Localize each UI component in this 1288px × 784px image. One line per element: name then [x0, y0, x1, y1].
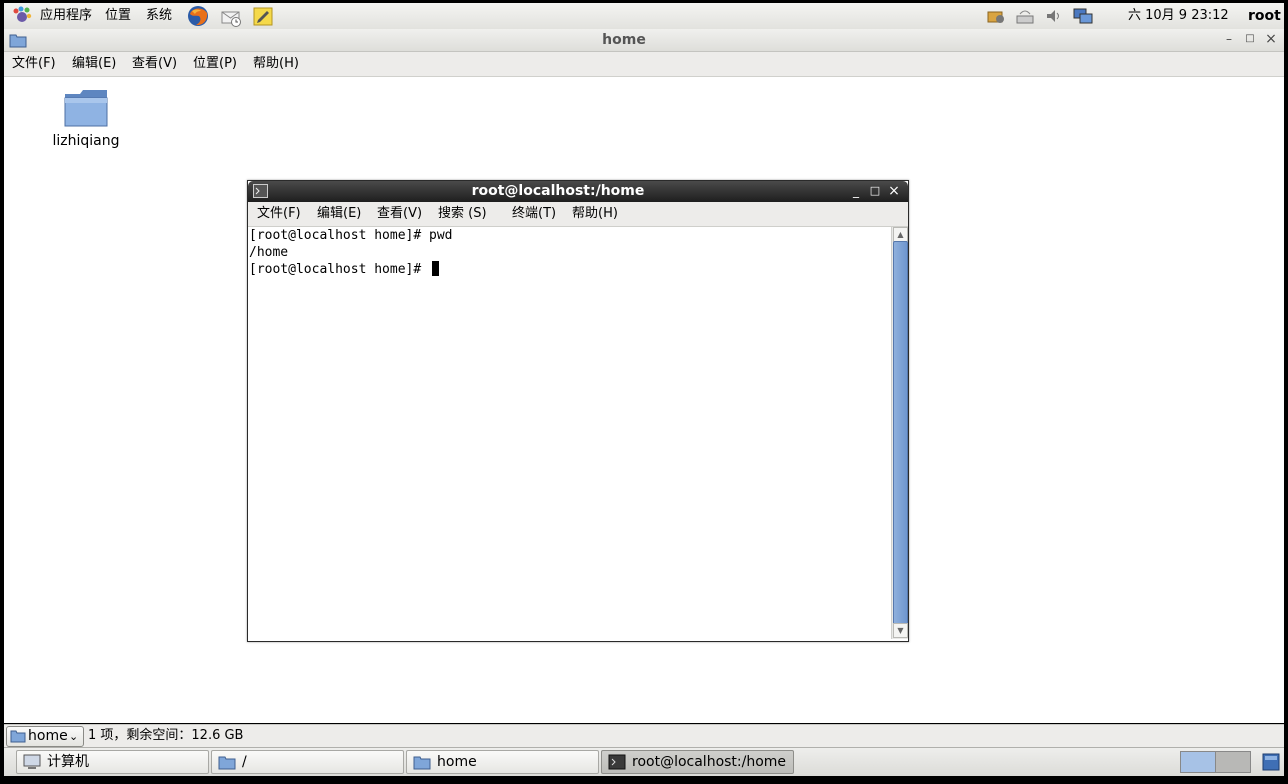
menu-help[interactable]: 帮助(H)	[572, 202, 618, 226]
notes-icon[interactable]	[252, 5, 274, 27]
menu-terminal[interactable]: 终端(T)	[512, 202, 556, 226]
file-manager-titlebar[interactable]: home – □ ×	[4, 29, 1284, 52]
folder-icon	[218, 756, 236, 770]
menu-view[interactable]: 查看(V)	[132, 52, 177, 76]
file-manager-menubar: 文件(F) 编辑(E) 查看(V) 位置(P) 帮助(H)	[4, 52, 1284, 77]
computer-icon	[23, 754, 41, 769]
terminal-window: root@localhost:/home _ □ × 文件(F) 编辑(E) 查…	[247, 180, 909, 642]
menu-search[interactable]: 搜索 (S)	[438, 202, 487, 226]
workspace-2[interactable]	[1215, 751, 1251, 773]
gnome-foot-icon[interactable]	[12, 6, 32, 26]
terminal-output[interactable]: [root@localhost home]# pwd /home [root@l…	[248, 227, 891, 639]
folder-icon	[10, 730, 26, 743]
menu-edit[interactable]: 编辑(E)	[72, 52, 116, 76]
task-home-folder[interactable]: home	[406, 750, 599, 774]
task-root-folder[interactable]: /	[211, 750, 404, 774]
status-text: 1 项，剩余空间：12.6 GB	[88, 728, 244, 743]
close-button[interactable]: ×	[887, 184, 901, 198]
close-button[interactable]: ×	[1264, 32, 1278, 46]
menu-system[interactable]: 系统	[146, 3, 172, 29]
menu-applications[interactable]: 应用程序	[40, 3, 92, 29]
terminal-scrollbar[interactable]: ▲ ▼	[891, 227, 908, 639]
minimize-button[interactable]: –	[1222, 32, 1236, 46]
workspace-1[interactable]	[1180, 751, 1216, 773]
terminal-prompt: [root@localhost home]#	[249, 262, 430, 277]
firefox-icon[interactable]	[187, 5, 209, 27]
network-icon[interactable]	[1015, 7, 1035, 25]
maximize-button[interactable]: □	[868, 184, 882, 198]
chevron-down-icon: ⌄	[69, 730, 79, 743]
task-label: /	[242, 754, 247, 770]
menu-places[interactable]: 位置	[105, 3, 131, 29]
menu-view[interactable]: 查看(V)	[377, 202, 422, 226]
folder-icon[interactable]	[64, 89, 108, 127]
terminal-prompt-line: [root@localhost home]#	[249, 261, 891, 278]
menu-go[interactable]: 位置(P)	[193, 52, 237, 76]
task-computer[interactable]: 计算机	[16, 750, 209, 774]
task-label: home	[437, 754, 477, 770]
mail-icon[interactable]	[220, 5, 242, 27]
window-title: home	[602, 32, 646, 48]
terminal-titlebar[interactable]: root@localhost:/home _ □ ×	[248, 181, 908, 202]
task-label: root@localhost:/home	[632, 754, 787, 770]
terminal-icon	[608, 754, 626, 770]
terminal-title: root@localhost:/home	[471, 183, 645, 199]
scroll-down-arrow-icon[interactable]: ▼	[893, 623, 908, 638]
clock[interactable]: 六 10月 9 23:12	[1128, 3, 1229, 29]
taskbar: 计算机 / home root@localhost:/home	[4, 747, 1284, 776]
text-cursor	[432, 261, 440, 276]
scroll-thumb[interactable]	[893, 241, 908, 625]
task-label: 计算机	[47, 754, 89, 770]
menu-edit[interactable]: 编辑(E)	[317, 202, 361, 226]
folder-icon	[413, 756, 431, 770]
trash-icon[interactable]	[1261, 752, 1281, 772]
menu-file[interactable]: 文件(F)	[257, 202, 301, 226]
menu-help[interactable]: 帮助(H)	[253, 52, 299, 76]
minimize-button[interactable]: _	[849, 184, 863, 198]
display-icon[interactable]	[1073, 7, 1093, 25]
terminal-line: [root@localhost home]# pwd	[249, 228, 453, 243]
terminal-menubar: 文件(F) 编辑(E) 查看(V) 搜索 (S) 终端(T) 帮助(H)	[248, 202, 908, 227]
volume-icon[interactable]	[1044, 7, 1064, 25]
location-combo[interactable]: home ⌄	[6, 726, 84, 747]
top-panel: 应用程序 位置 系统 六 10月 9 23:12 root	[4, 3, 1284, 30]
task-terminal[interactable]: root@localhost:/home	[601, 750, 794, 774]
user-menu[interactable]: root	[1248, 3, 1281, 29]
scroll-up-arrow-icon[interactable]: ▲	[893, 227, 908, 242]
folder-label[interactable]: lizhiqiang	[36, 133, 136, 149]
menu-file[interactable]: 文件(F)	[12, 52, 56, 76]
location-label: home	[28, 728, 68, 744]
update-icon[interactable]	[986, 7, 1006, 25]
status-bar: home ⌄ 1 项，剩余空间：12.6 GB	[4, 724, 1284, 747]
terminal-line: /home	[249, 245, 289, 260]
maximize-button[interactable]: □	[1243, 32, 1257, 46]
